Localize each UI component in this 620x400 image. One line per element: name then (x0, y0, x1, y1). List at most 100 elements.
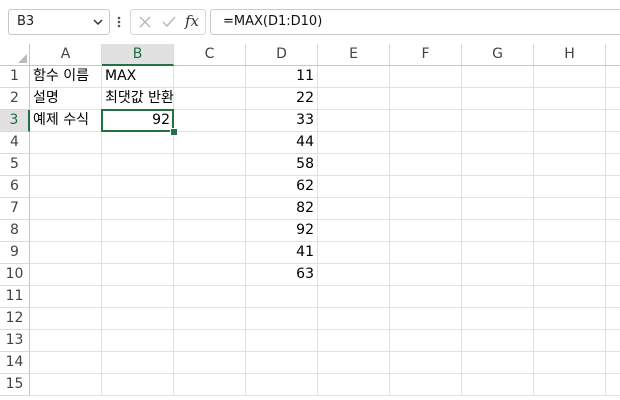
cell-h8[interactable] (534, 220, 606, 242)
insert-function-button[interactable]: fx (185, 12, 199, 30)
cell-d15[interactable] (246, 374, 318, 396)
row-header-3[interactable]: 3 (0, 110, 30, 132)
cell-h9[interactable] (534, 242, 606, 264)
cell-d8[interactable]: 92 (246, 220, 318, 242)
cell-a11[interactable] (30, 286, 102, 308)
fill-handle[interactable] (170, 128, 178, 136)
cell-c11[interactable] (174, 286, 246, 308)
cell-a2[interactable]: 설명 (30, 88, 102, 110)
cell-c10[interactable] (174, 264, 246, 286)
cell-b11[interactable] (102, 286, 174, 308)
row-header-13[interactable]: 13 (0, 330, 30, 352)
cell-h10[interactable] (534, 264, 606, 286)
cell-d6[interactable]: 62 (246, 176, 318, 198)
row-header-6[interactable]: 6 (0, 176, 30, 198)
row-header-2[interactable]: 2 (0, 88, 30, 110)
cell-a15[interactable] (30, 374, 102, 396)
cell-b13[interactable] (102, 330, 174, 352)
cell-b5[interactable] (102, 154, 174, 176)
cell-a13[interactable] (30, 330, 102, 352)
cancel-icon[interactable] (138, 15, 152, 29)
row-header-4[interactable]: 4 (0, 132, 30, 154)
cell-g14[interactable] (462, 352, 534, 374)
cell-d9[interactable]: 41 (246, 242, 318, 264)
cell-f14[interactable] (390, 352, 462, 374)
cell-e6[interactable] (318, 176, 390, 198)
cell-h14[interactable] (534, 352, 606, 374)
cell-f4[interactable] (390, 132, 462, 154)
cell-partial[interactable] (606, 374, 620, 396)
cell-e10[interactable] (318, 264, 390, 286)
row-header-7[interactable]: 7 (0, 198, 30, 220)
cell-c2[interactable] (174, 88, 246, 110)
row-header-1[interactable]: 1 (0, 66, 30, 88)
cell-e9[interactable] (318, 242, 390, 264)
cell-f8[interactable] (390, 220, 462, 242)
cell-d13[interactable] (246, 330, 318, 352)
cell-d10[interactable]: 63 (246, 264, 318, 286)
column-header-e[interactable]: E (318, 44, 390, 66)
cell-e11[interactable] (318, 286, 390, 308)
cell-h4[interactable] (534, 132, 606, 154)
cell-c6[interactable] (174, 176, 246, 198)
cell-g12[interactable] (462, 308, 534, 330)
cell-f10[interactable] (390, 264, 462, 286)
cell-c15[interactable] (174, 374, 246, 396)
cell-a1[interactable]: 함수 이름 (30, 66, 102, 88)
chevron-down-icon[interactable] (91, 14, 105, 30)
cell-f11[interactable] (390, 286, 462, 308)
row-header-9[interactable]: 9 (0, 242, 30, 264)
column-header-partial[interactable] (606, 44, 620, 66)
cell-b12[interactable] (102, 308, 174, 330)
cell-b14[interactable] (102, 352, 174, 374)
cell-e14[interactable] (318, 352, 390, 374)
cell-h15[interactable] (534, 374, 606, 396)
cell-partial[interactable] (606, 286, 620, 308)
cell-b8[interactable] (102, 220, 174, 242)
cell-partial[interactable] (606, 88, 620, 110)
cell-b4[interactable] (102, 132, 174, 154)
cell-e8[interactable] (318, 220, 390, 242)
cell-f13[interactable] (390, 330, 462, 352)
cell-partial[interactable] (606, 66, 620, 88)
cell-b9[interactable] (102, 242, 174, 264)
cell-g13[interactable] (462, 330, 534, 352)
cell-h3[interactable] (534, 110, 606, 132)
cell-g7[interactable] (462, 198, 534, 220)
cell-a9[interactable] (30, 242, 102, 264)
column-header-f[interactable]: F (390, 44, 462, 66)
column-header-b[interactable]: B (102, 44, 174, 66)
column-header-h[interactable]: H (534, 44, 606, 66)
cell-a4[interactable] (30, 132, 102, 154)
row-header-11[interactable]: 11 (0, 286, 30, 308)
cell-c12[interactable] (174, 308, 246, 330)
column-header-g[interactable]: G (462, 44, 534, 66)
more-options-icon[interactable] (115, 12, 123, 32)
cell-g8[interactable] (462, 220, 534, 242)
cell-h1[interactable] (534, 66, 606, 88)
cell-g11[interactable] (462, 286, 534, 308)
row-header-14[interactable]: 14 (0, 352, 30, 374)
cell-d11[interactable] (246, 286, 318, 308)
cell-e3[interactable] (318, 110, 390, 132)
cell-g6[interactable] (462, 176, 534, 198)
cell-partial[interactable] (606, 220, 620, 242)
cell-d3[interactable]: 33 (246, 110, 318, 132)
cell-partial[interactable] (606, 242, 620, 264)
cell-f6[interactable] (390, 176, 462, 198)
cell-b7[interactable] (102, 198, 174, 220)
cell-g9[interactable] (462, 242, 534, 264)
cell-e12[interactable] (318, 308, 390, 330)
cell-e13[interactable] (318, 330, 390, 352)
enter-check-icon[interactable] (161, 14, 177, 30)
select-all-button[interactable] (0, 44, 30, 66)
cell-e15[interactable] (318, 374, 390, 396)
cell-partial[interactable] (606, 154, 620, 176)
cell-h7[interactable] (534, 198, 606, 220)
cell-g10[interactable] (462, 264, 534, 286)
cell-h11[interactable] (534, 286, 606, 308)
cell-a10[interactable] (30, 264, 102, 286)
cell-a8[interactable] (30, 220, 102, 242)
cell-c1[interactable] (174, 66, 246, 88)
cell-g15[interactable] (462, 374, 534, 396)
